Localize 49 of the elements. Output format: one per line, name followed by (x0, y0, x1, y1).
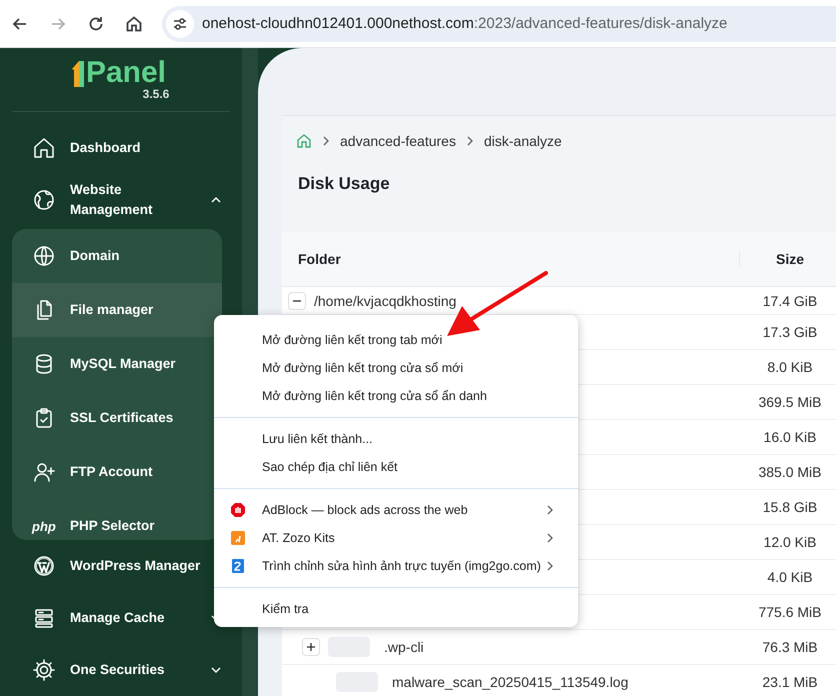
size-cell-text: 12.0 KiB (762, 534, 818, 550)
file-name: malware_scan_20250415_113549.log (392, 674, 628, 690)
chevron-right-icon (546, 533, 554, 543)
size-cell-text: 17.4 GiB (762, 292, 818, 308)
size-cell-text: 385.0 MiB (757, 464, 823, 480)
logo-text: Panel (86, 58, 166, 88)
size-cell-text: 775.6 MiB (757, 604, 823, 620)
expand-toggle[interactable] (302, 638, 320, 656)
sidebar-item[interactable]: One Securities (0, 644, 242, 696)
size-cell-text: 15.8 GiB (762, 499, 818, 515)
sidebar-item[interactable]: Domain (12, 229, 222, 284)
sidebar-item[interactable]: Website Management (0, 174, 242, 226)
site-settings-icon[interactable] (166, 10, 194, 38)
chevron-right-icon (546, 561, 554, 571)
chevron-right-icon (322, 136, 330, 146)
expand-toggle[interactable] (288, 292, 306, 310)
plus-icon (306, 642, 316, 652)
chevron-right-icon (546, 505, 554, 515)
page-title: Disk Usage (282, 166, 836, 232)
url-text: onehost-cloudhn012401.000nethost.com:2023/advanced-features/disk-analyze (202, 15, 728, 32)
home-icon (125, 14, 143, 32)
folder-name: .wp-cli (384, 639, 424, 655)
column-header: Folder (297, 251, 342, 267)
logo-mark-icon (70, 60, 86, 88)
globe-icon (32, 188, 56, 212)
size-cell-text: 76.3 MiB (761, 639, 819, 655)
reload-icon (87, 14, 105, 32)
size-cell-text: 17.3 GiB (762, 324, 818, 340)
address-bar[interactable]: onehost-cloudhn012401.000nethost.com:2023/advanced-features/disk-analyze (162, 6, 836, 42)
folder-name: /home/kvjacqdkhosting (314, 292, 456, 308)
numbered-page-icon (230, 558, 246, 574)
size-cell-text: 16.0 KiB (762, 429, 818, 445)
breadcrumb-link[interactable]: advanced-features (340, 133, 456, 149)
chart-bars-icon (230, 530, 246, 546)
size-cell-text: 4.0 KiB (766, 569, 814, 585)
gear-icon (32, 658, 56, 682)
globe-icon (32, 244, 56, 268)
wordpress-icon (32, 554, 56, 578)
stop-hand-icon (230, 502, 246, 518)
home-icon (32, 136, 56, 160)
size-cell-text: 369.5 MiB (757, 394, 823, 410)
column-header: Size (739, 251, 836, 267)
size-cell-text: 23.1 MiB (761, 674, 819, 690)
sidebar-item[interactable]: Dashboard (0, 122, 242, 174)
chevron-right-icon (466, 136, 474, 146)
size-cell-text: 8.0 KiB (766, 359, 814, 375)
sidebar-item[interactable]: File manager (12, 283, 222, 338)
version-label: 3.5.6 (142, 88, 170, 102)
breadcrumb-link[interactable]: disk-analyze (484, 133, 562, 149)
